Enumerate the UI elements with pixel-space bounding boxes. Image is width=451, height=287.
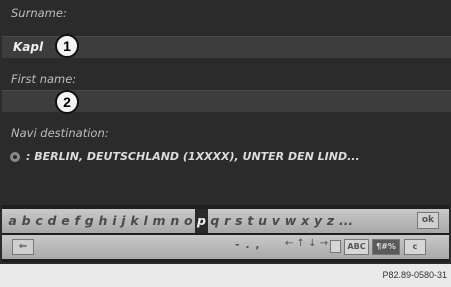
key-q[interactable]: q [208, 209, 222, 233]
first-name-label: First name: [11, 72, 77, 86]
surname-label: Surname: [11, 6, 67, 20]
function-row: ⇐ - . , ← ↑ ↓ → ABC ¶#% c [2, 235, 449, 259]
key-w[interactable]: w [282, 209, 298, 233]
key-h[interactable]: h [96, 209, 110, 233]
callout-1: 1 [55, 34, 79, 58]
destination-icon [10, 151, 20, 162]
navi-destination-entry[interactable]: : BERLIN, DEUTSCHLAND (1XXXX), UNTER DEN… [10, 150, 445, 163]
key-p[interactable]: p [195, 209, 209, 233]
key-k[interactable]: k [128, 209, 141, 233]
key-f[interactable]: f [72, 209, 82, 233]
key-s[interactable]: s [233, 209, 245, 233]
space-key[interactable] [330, 240, 341, 253]
back-button[interactable]: ⇐ [12, 239, 34, 255]
letter-row: a b c d e f g h i j k l m n o p q r s t u v w x y z... ok [2, 209, 449, 233]
key-z[interactable]: z [324, 209, 336, 233]
key-i[interactable]: i [110, 209, 119, 233]
arrow-keys[interactable]: ← ↑ ↓ → [285, 238, 328, 249]
key-b[interactable]: b [19, 209, 33, 233]
delete-key[interactable]: c [404, 239, 426, 255]
key-v[interactable]: v [269, 209, 282, 233]
key-n[interactable]: n [168, 209, 182, 233]
key-e[interactable]: e [59, 209, 72, 233]
key-l[interactable]: l [141, 209, 150, 233]
character-bar: a b c d e f g h i j k l m n o p q r s t u v w x y z... ok ⇐ - . , … [2, 205, 449, 262]
symbols-key[interactable]: ¶#% [372, 239, 400, 255]
ok-button[interactable]: ok [416, 212, 439, 229]
key-o[interactable]: o [182, 209, 195, 233]
abc-key[interactable]: ABC [344, 239, 369, 255]
key-y[interactable]: y [312, 209, 325, 233]
key-a[interactable]: a [6, 209, 19, 233]
key-d[interactable]: d [45, 209, 59, 233]
key-x[interactable]: x [299, 209, 312, 233]
key-r[interactable]: r [222, 209, 233, 233]
comand-display: Surname: Kapl 1 First name: 2 Navi desti… [0, 0, 451, 264]
key-m[interactable]: m [150, 209, 168, 233]
key-j[interactable]: j [119, 209, 128, 233]
key-g[interactable]: g [82, 209, 96, 233]
figure-code: P82.89-0580-31 [382, 270, 447, 280]
key-c[interactable]: c [33, 209, 45, 233]
key-u[interactable]: u [256, 209, 270, 233]
navi-destination-label: Navi destination: [11, 126, 109, 140]
navi-destination-value: : BERLIN, DEUTSCHLAND (1XXXX), UNTER DEN… [26, 150, 360, 163]
surname-value: Kapl [13, 40, 44, 54]
key-more[interactable]: ... [337, 209, 356, 233]
callout-2: 2 [55, 90, 79, 114]
punctuation-keys[interactable]: - . , [235, 238, 261, 251]
key-t[interactable]: t [245, 209, 256, 233]
